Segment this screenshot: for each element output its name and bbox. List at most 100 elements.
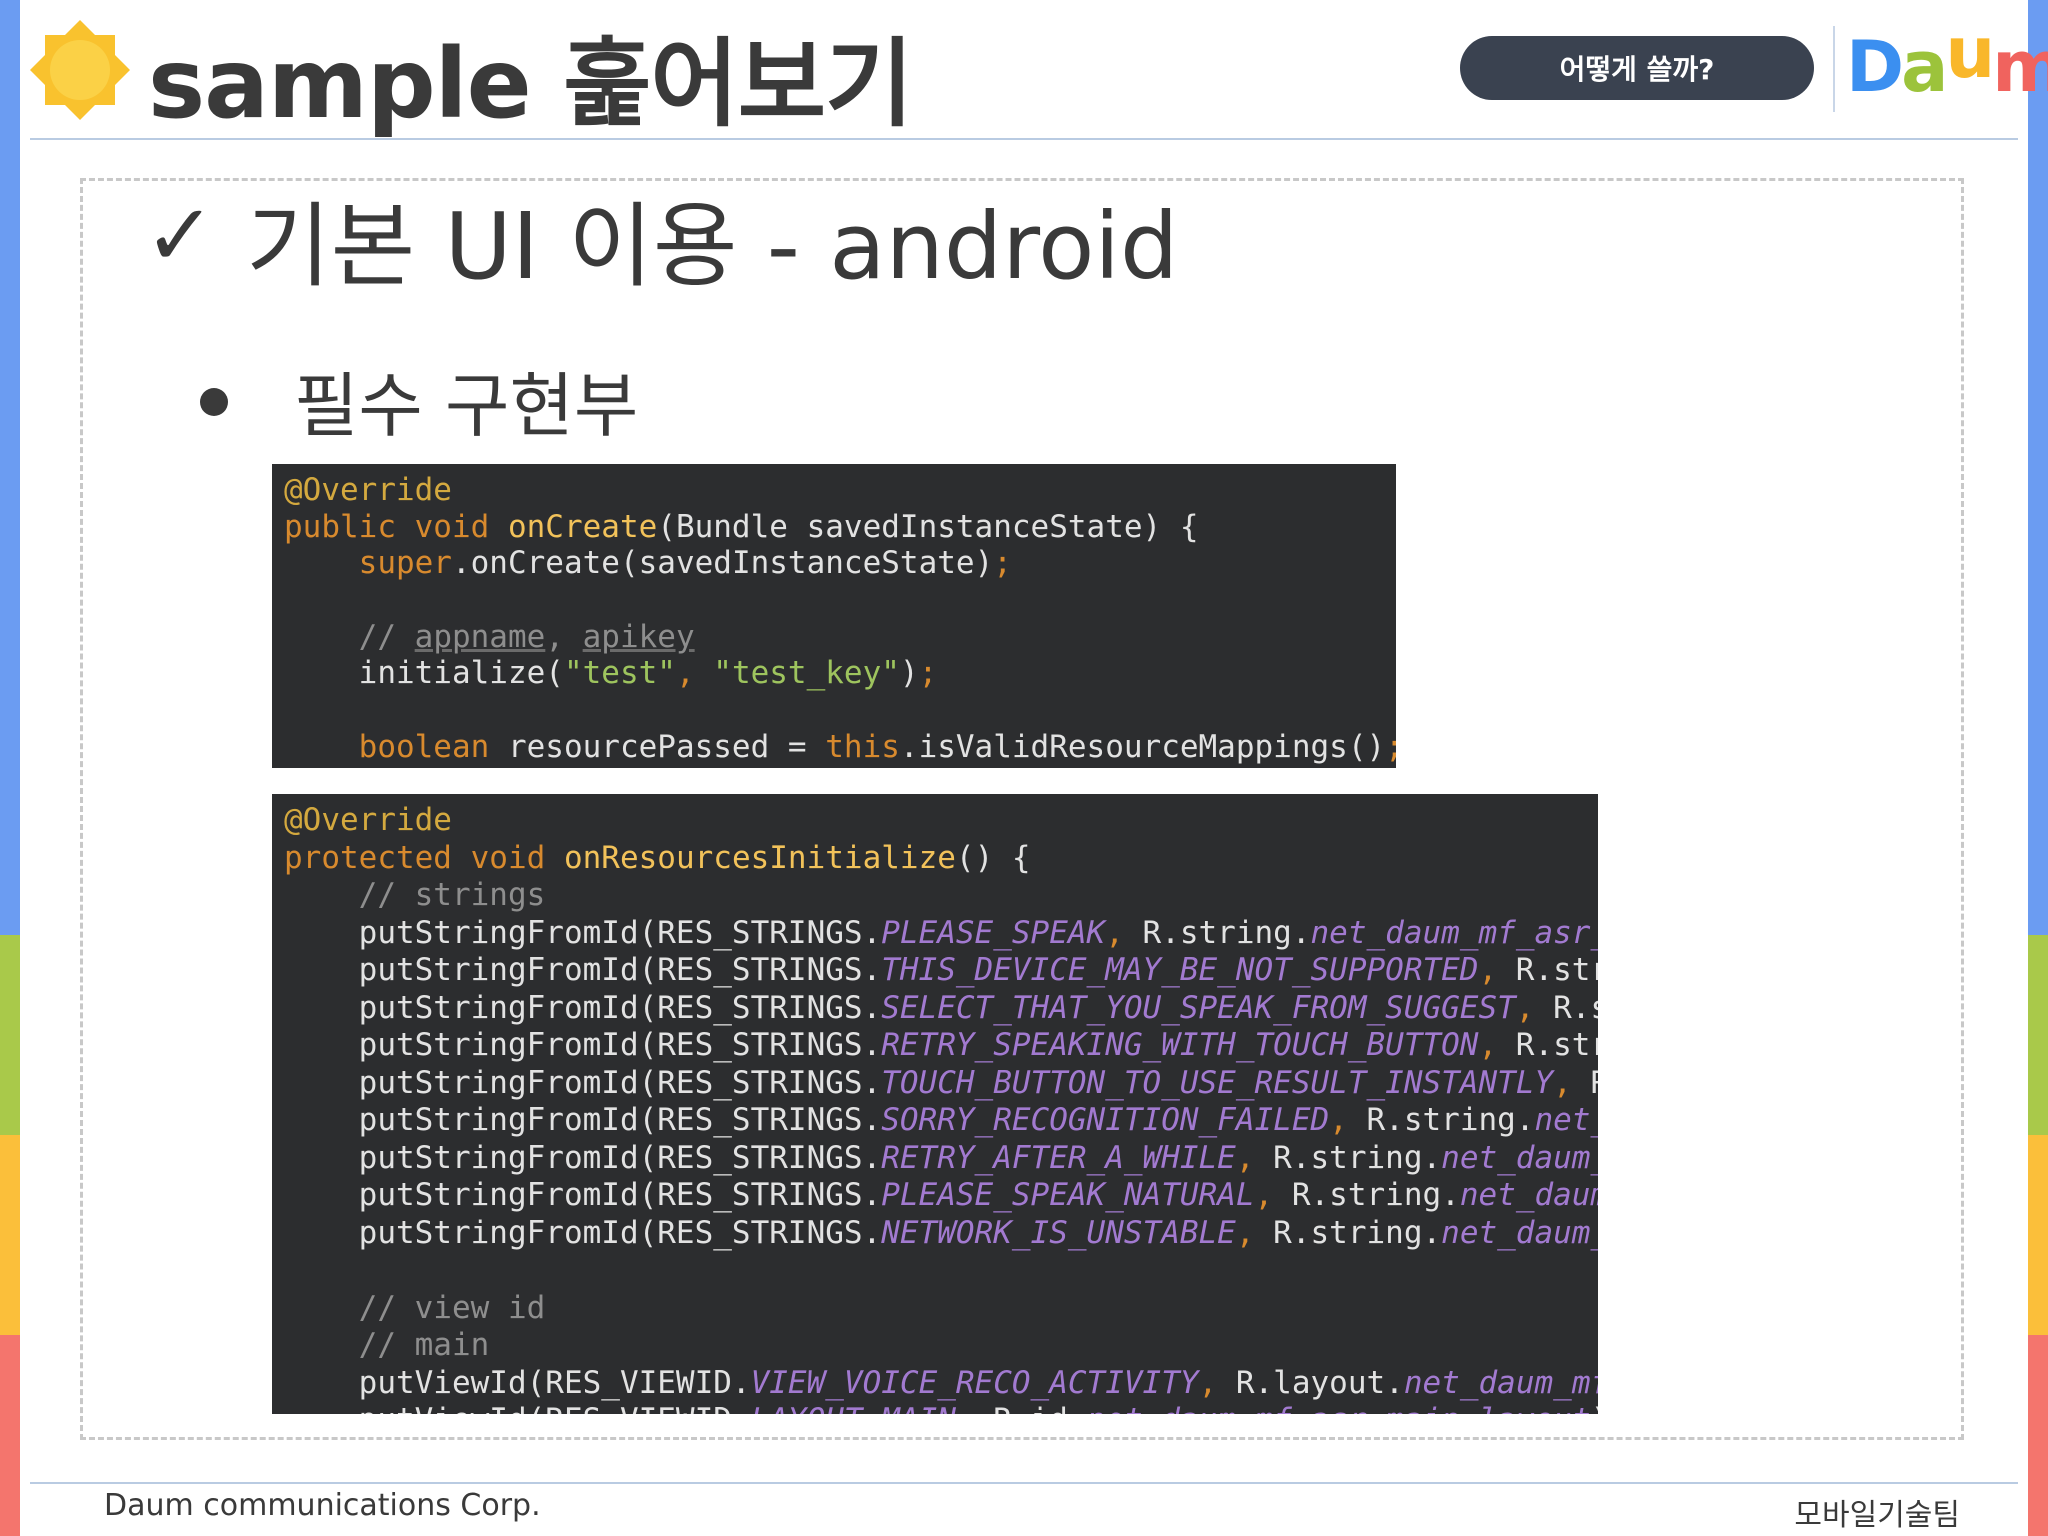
code-token: net_daum_mf <box>1441 1214 1598 1251</box>
code-token: PLEASE_SPEAK_NATURAL <box>881 1177 1255 1213</box>
code-token: ; <box>918 655 938 692</box>
code-token: putStringFromId(RES_STRINGS. <box>284 1102 882 1138</box>
code-line: putStringFromId(RES_STRINGS.RETRY_SPEAKI… <box>284 1027 1598 1065</box>
code-line: putStringFromId(RES_STRINGS.PLEASE_SPEAK… <box>284 915 1598 953</box>
code-token: SELECT_THAT_YOU_SPEAK_FROM_SUGGEST <box>881 989 1516 1026</box>
code-line: // strings <box>284 877 1598 915</box>
logo-divider <box>1833 26 1835 112</box>
code-token: R.strin <box>1515 952 1598 988</box>
code-line: initialize("test", "test_key"); <box>284 655 1396 692</box>
code-token: "test_key" <box>713 655 900 692</box>
code-token: resourcePassed = <box>507 728 826 765</box>
code-token: initialize( <box>284 655 564 692</box>
code-token: ; <box>993 545 1012 582</box>
code-line: putStringFromId(RES_STRINGS.NETWORK_IS_U… <box>284 1215 1598 1253</box>
right-edge-stripe <box>2028 0 2048 1536</box>
code-token: , <box>1235 1139 1274 1176</box>
footer-divider <box>30 1482 2018 1484</box>
code-token: R.string. <box>1273 1214 1442 1251</box>
code-token: net_daum_mf_a <box>1403 1364 1598 1401</box>
code-token: R.string. <box>1366 1102 1535 1138</box>
code-token: this <box>825 728 900 765</box>
code-token: , <box>1478 1027 1516 1063</box>
code-token: , <box>1235 1214 1274 1251</box>
code-token: RETRY_AFTER_A_WHILE <box>881 1139 1236 1176</box>
daum-logo: Daum <box>1846 12 2048 108</box>
code-token: .isValidResourceMappings() <box>899 728 1386 765</box>
code-line: // main <box>284 1327 1598 1365</box>
code-token: R.string. <box>1273 1139 1442 1176</box>
code-token: // view id <box>284 1289 546 1326</box>
code-token: putStringFromId(RES_STRINGS. <box>284 1027 882 1063</box>
code-line: putViewId(RES_VIEWID.VIEW_VOICE_RECO_ACT… <box>284 1365 1598 1403</box>
code-token: , <box>675 655 714 692</box>
code-token: TOUCH_BUTTON_TO_USE_RESULT_INSTANTLY <box>881 1064 1554 1101</box>
code-token: , <box>1329 1102 1367 1138</box>
code-token: (Bundle savedInstanceState) { <box>657 508 1199 545</box>
code-token: , <box>1198 1364 1236 1401</box>
code-token: , <box>1478 952 1516 988</box>
code-token: putStringFromId(RES_STRINGS. <box>284 989 882 1026</box>
code-token: net_daum_mf_asr_vo <box>1310 914 1598 951</box>
edge-segment-red <box>2028 1335 2048 1536</box>
code-token: super <box>358 545 452 582</box>
code-token: , <box>1105 914 1143 951</box>
code-token: R.s <box>1590 1065 1598 1101</box>
code-line: putStringFromId(RES_STRINGS.SORRY_RECOGN… <box>284 1102 1598 1140</box>
code-line: // view id <box>284 1290 1598 1328</box>
code-line: putStringFromId(RES_STRINGS.PLEASE_SPEAK… <box>284 1177 1598 1215</box>
code-token: putStringFromId(RES_STRINGS. <box>284 1064 882 1101</box>
code-line: public void onCreate(Bundle savedInstanc… <box>284 509 1396 546</box>
edge-segment-yellow <box>2028 1135 2048 1335</box>
code-token: @Override <box>284 472 452 508</box>
code-token: R.string. <box>1291 1177 1460 1213</box>
code-line: putStringFromId(RES_STRINGS.SELECT_THAT_… <box>284 990 1598 1028</box>
code-token: RETRY_SPEAKING_WITH_TOUCH_BUTTON <box>881 1027 1479 1063</box>
code-token: onCreate <box>507 508 658 545</box>
code-token: putStringFromId(RES_STRINGS. <box>284 952 882 988</box>
how-to-use-button[interactable]: 어떻게 쓸까? <box>1460 36 1814 100</box>
code-line: putStringFromId(RES_STRINGS.RETRY_AFTER_… <box>284 1140 1598 1178</box>
code-line: putStringFromId(RES_STRINGS.THIS_DEVICE_… <box>284 952 1598 990</box>
code-token: appname <box>414 618 546 655</box>
sun-icon <box>30 20 130 120</box>
code-token: // strings <box>284 877 546 913</box>
edge-segment-blue <box>2028 0 2048 935</box>
code-token: PLEASE_SPEAK <box>881 914 1106 951</box>
code-token: net_daum_mf_asr_main_layout <box>1087 1402 1591 1414</box>
bullet-text: 필수 구현부 <box>294 365 639 447</box>
section-title: 기본 UI 이용 - android <box>246 193 1179 300</box>
code-token: () { <box>955 839 1031 876</box>
code-token: , <box>956 1402 993 1414</box>
edge-segment-red <box>0 1335 20 1536</box>
code-token: putStringFromId(RES_STRINGS. <box>284 914 882 951</box>
code-block-oncreate: @Override public void onCreate(Bundle sav… <box>272 464 1396 768</box>
left-edge-stripe <box>0 0 20 1536</box>
code-token: .onCreate(savedInstanceState) <box>451 545 994 582</box>
logo-letter: m <box>1992 26 2048 108</box>
code-token: VIEW_VOICE_RECO_ACTIVITY <box>750 1364 1199 1401</box>
code-token: ) <box>899 655 919 692</box>
check-mark-icon: ✓ <box>144 186 217 286</box>
code-token: R.string. <box>1142 914 1311 951</box>
code-line: putStringFromId(RES_STRINGS.TOUCH_BUTTON… <box>284 1065 1598 1103</box>
code-line: @Override <box>284 802 1598 840</box>
logo-letter: a <box>1901 26 1948 108</box>
code-token: ; <box>1385 729 1396 765</box>
code-block-onresourcesinitialize: @Override protected void onResourcesIniti… <box>272 794 1598 1414</box>
code-token: net_da <box>1534 1102 1598 1138</box>
code-token: R.strin <box>1515 1027 1598 1063</box>
code-token: public void <box>284 508 508 545</box>
code-token: R.id. <box>993 1402 1086 1414</box>
code-token: net_daum_m <box>1459 1177 1598 1213</box>
code-line: // appname, apikey <box>284 619 1396 656</box>
code-token: putViewId(RES_VIEWID. <box>284 1402 751 1414</box>
bullet-icon <box>200 388 228 416</box>
code-token: net_daum_mf <box>1441 1139 1598 1176</box>
code-token: "test" <box>563 655 676 692</box>
code-token: boolean <box>358 728 508 765</box>
code-token: putStringFromId(RES_STRINGS. <box>284 1177 882 1213</box>
code-line: boolean resourcePassed = this.isValidRes… <box>284 729 1396 766</box>
